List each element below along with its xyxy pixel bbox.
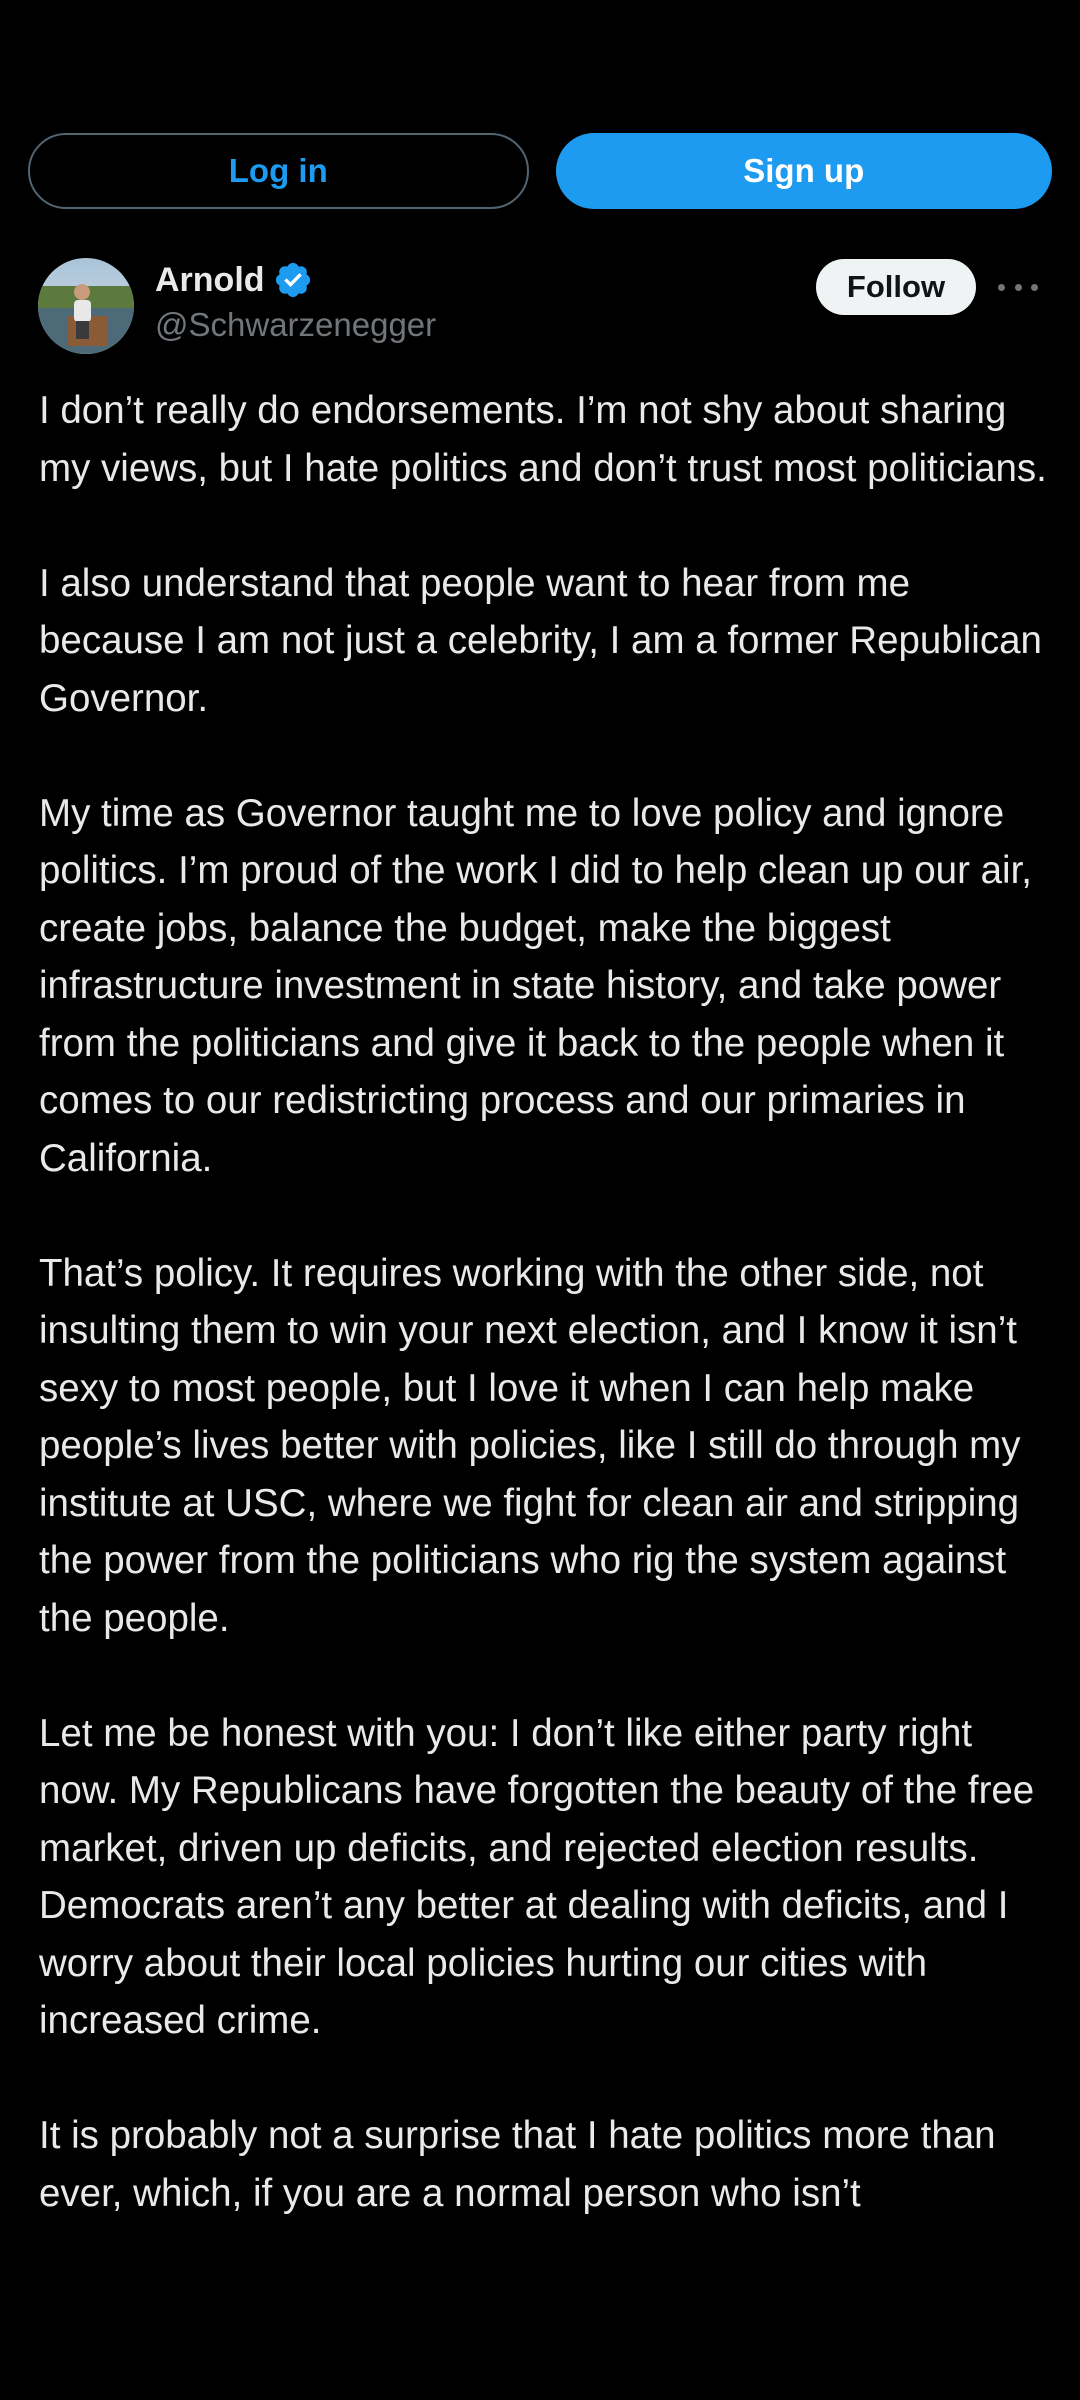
tweet-paragraph: My time as Governor taught me to love po… [39,791,1032,1180]
tweet-paragraph: I don’t really do endorsements. I’m not … [39,389,1047,490]
tweet-author-header: Arnold @Schwarzenegger Follow [38,256,1048,356]
tweet-paragraph: That’s policy. It requires working with … [39,1251,1021,1640]
login-button[interactable]: Log in [28,133,529,209]
signup-button[interactable]: Sign up [555,133,1052,209]
follow-button[interactable]: Follow [816,259,976,315]
tweet-paragraph: I also understand that people want to he… [39,561,1042,720]
tweet-paragraph: It is probably not a surprise that I hat… [39,2114,996,2215]
more-options-icon[interactable] [998,270,1038,304]
name-line: Arnold [155,256,436,304]
author-info: Arnold @Schwarzenegger [155,256,436,344]
display-name[interactable]: Arnold [155,261,265,300]
verified-badge-icon [273,260,313,300]
user-handle[interactable]: @Schwarzenegger [155,306,436,344]
tweet-paragraph: Let me be honest with you: I don’t like … [39,1711,1035,2043]
auth-bar: Log in Sign up [28,133,1052,209]
avatar[interactable] [38,258,134,354]
tweet-text: I don’t really do endorsements. I’m not … [39,382,1049,2280]
